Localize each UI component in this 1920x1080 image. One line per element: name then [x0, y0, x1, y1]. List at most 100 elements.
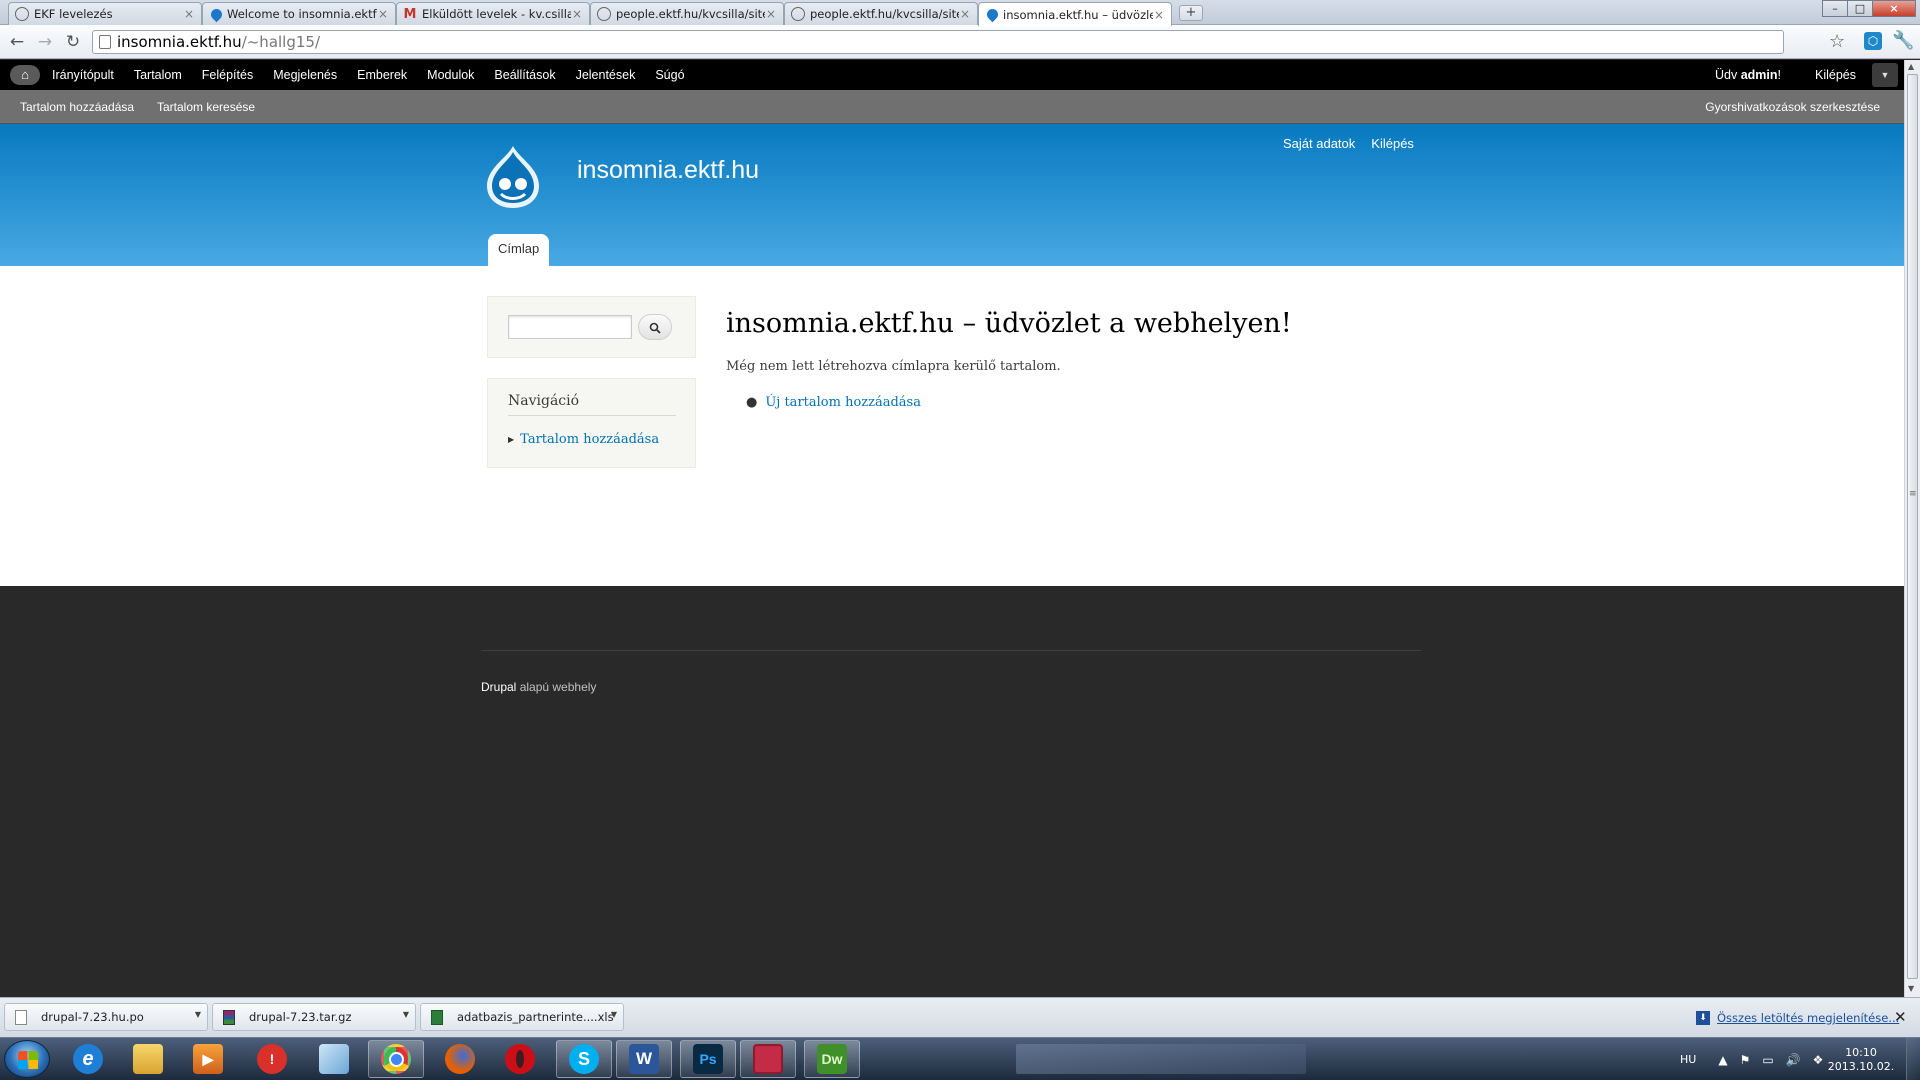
close-tab-icon[interactable]: × — [1153, 8, 1165, 22]
taskbar-firefox[interactable] — [432, 1040, 488, 1078]
chevron-down-icon[interactable]: ▼ — [403, 1010, 409, 1019]
reload-icon[interactable]: ↻ — [62, 31, 84, 53]
admin-menu-item[interactable]: Megjelenés — [263, 68, 347, 82]
drupal-icon — [208, 6, 225, 22]
admin-menu-item[interactable]: Modulok — [417, 68, 484, 82]
admin-menu-item[interactable]: Emberek — [347, 68, 417, 82]
drupal-link[interactable]: Drupal — [481, 680, 516, 694]
close-tab-icon[interactable]: × — [571, 7, 583, 21]
tab-title: people.ektf.hu/kvcsilla/site — [810, 7, 959, 21]
credit-text: alapú webhely — [516, 680, 597, 694]
nav-link-add-content[interactable]: ▶ Tartalom hozzáadása — [508, 432, 659, 447]
address-bar[interactable]: insomnia.ektf.hu/~hallg15/ — [92, 30, 1784, 54]
close-tab-icon[interactable]: × — [765, 7, 777, 21]
download-item[interactable]: drupal-7.23.hu.po ▼ — [4, 1003, 208, 1031]
taskbar-internet-explorer[interactable]: e — [60, 1040, 116, 1078]
taskbar-save-app[interactable] — [740, 1040, 796, 1078]
browser-tab-active[interactable]: insomnia.ektf.hu – üdvözle × — [978, 2, 1172, 26]
browser-tab[interactable]: Welcome to insomnia.ektf. × — [202, 2, 396, 25]
action-center-flag-icon[interactable]: ⚑ — [1740, 1053, 1751, 1067]
admin-logout-link[interactable]: Kilépés — [1815, 68, 1856, 82]
back-icon[interactable]: ← — [6, 31, 28, 53]
tab-home[interactable]: Címlap — [488, 234, 550, 266]
scroll-down-icon[interactable]: ▼ — [1908, 984, 1914, 993]
taskbar-windows-explorer[interactable] — [120, 1040, 176, 1078]
wrench-icon[interactable]: 🔧 — [1892, 30, 1914, 51]
admin-menu-item[interactable]: Súgó — [645, 68, 694, 82]
taskbar-word[interactable]: W — [616, 1040, 672, 1078]
browser-tab-bar: EKF levelezés × Welcome to insomnia.ektf… — [0, 0, 1920, 26]
search-button[interactable] — [638, 314, 672, 340]
taskbar-clock[interactable]: 10:10 2013.10.02. — [1826, 1046, 1896, 1074]
taskbar-media-player[interactable]: ▶ — [180, 1040, 236, 1078]
add-new-content-link[interactable]: Új tartalom hozzáadása — [765, 395, 921, 410]
admin-menu-item[interactable]: Irányítópult — [42, 68, 124, 82]
chevron-down-icon[interactable]: ▼ — [611, 1010, 617, 1019]
extension-icon[interactable]: ⬡ — [1864, 32, 1882, 50]
empty-frontpage-text: Még nem lett létrehozva címlapra kerülő … — [726, 359, 1061, 374]
download-item[interactable]: drupal-7.23.tar.gz ▼ — [212, 1003, 416, 1031]
download-item[interactable]: adatbazis_partnerinte....xls ▼ — [420, 1003, 624, 1031]
clock-time: 10:10 — [1845, 1046, 1877, 1059]
admin-menu-item[interactable]: Jelentések — [566, 68, 646, 82]
windows-taskbar: e ▶ ! S W Ps Dw HU ▲ ⚑ ▭ 🔊 ❖ 10:10 2013.… — [0, 1037, 1920, 1080]
close-tab-icon[interactable]: × — [959, 7, 971, 21]
shortcut-find-content[interactable]: Tartalom keresése — [157, 100, 255, 114]
taskbar-skype[interactable]: S — [556, 1040, 612, 1078]
toggle-shortcuts-icon[interactable]: ▼ — [1872, 63, 1898, 87]
download-filename: adatbazis_partnerinte....xls — [457, 1010, 614, 1024]
show-all-downloads-link[interactable]: ⬇ Összes letöltés megjelenítése... — [1696, 1011, 1899, 1025]
home-icon[interactable]: ⌂ — [10, 65, 40, 85]
admin-menu-item[interactable]: Beállítások — [484, 68, 565, 82]
close-tab-icon[interactable]: × — [377, 7, 389, 21]
network-icon[interactable]: ▭ — [1762, 1053, 1773, 1067]
media-player-icon: ▶ — [193, 1044, 223, 1074]
chevron-down-icon[interactable]: ▼ — [195, 1010, 201, 1019]
volume-icon[interactable]: 🔊 — [1786, 1053, 1801, 1067]
maximize-icon[interactable]: □ — [1847, 0, 1873, 17]
archive-file-icon — [223, 1009, 235, 1025]
start-button[interactable] — [4, 1040, 50, 1078]
drupal-logo-icon[interactable] — [485, 144, 541, 210]
admin-menu-item[interactable]: Tartalom — [124, 68, 192, 82]
taskbar-notes[interactable] — [306, 1040, 362, 1078]
taskbar-photoshop[interactable]: Ps — [680, 1040, 736, 1078]
close-tab-icon[interactable]: × — [183, 7, 195, 21]
minimize-icon[interactable]: – — [1822, 0, 1848, 17]
browser-tab[interactable]: people.ektf.hu/kvcsilla/site × — [784, 2, 978, 25]
folder-icon — [133, 1044, 163, 1074]
page-scrollbar[interactable]: ▲ ≡ ▼ — [1904, 60, 1920, 997]
edit-shortcuts-link[interactable]: Gyorshivatkozások szerkesztése — [1705, 100, 1880, 114]
admin-menu-item[interactable]: Felépítés — [192, 68, 263, 82]
logout-link[interactable]: Kilépés — [1371, 136, 1414, 151]
taskbar-chrome[interactable] — [368, 1040, 424, 1078]
scroll-up-icon[interactable]: ▲ — [1908, 62, 1914, 71]
gmail-icon: M — [403, 6, 417, 22]
browser-tab[interactable]: EKF levelezés × — [8, 2, 202, 25]
chevron-up-icon[interactable]: ▲ — [1718, 1053, 1727, 1067]
show-desktop-button[interactable] — [1906, 1038, 1920, 1080]
shortcut-add-content[interactable]: Tartalom hozzáadása — [20, 100, 134, 114]
taskbar-red-app[interactable]: ! — [244, 1040, 300, 1078]
file-icon — [15, 1009, 27, 1025]
taskbar-opera[interactable] — [492, 1040, 548, 1078]
browser-toolbar: ← → ↻ insomnia.ektf.hu/~hallg15/ ☆ ⬡ 🔧 — [0, 25, 1920, 59]
skype-icon: S — [569, 1044, 599, 1074]
taskbar-dreamweaver[interactable]: Dw — [804, 1040, 860, 1078]
forward-icon[interactable]: → — [34, 31, 56, 53]
greeting-prefix: Üdv — [1715, 68, 1741, 82]
new-tab-button[interactable]: + — [1179, 5, 1203, 21]
browser-tab[interactable]: M Elküldött levelek - kv.csilla × — [396, 2, 590, 25]
browser-tab[interactable]: people.ektf.hu/kvcsilla/site × — [590, 2, 784, 25]
close-window-icon[interactable]: × — [1872, 0, 1916, 17]
close-download-bar-icon[interactable]: ✕ — [1894, 1008, 1907, 1026]
scrollbar-thumb[interactable] — [1907, 74, 1918, 979]
site-name-link[interactable]: insomnia.ektf.hu — [577, 156, 759, 185]
username-link[interactable]: admin — [1741, 68, 1778, 82]
my-account-link[interactable]: Saját adatok — [1283, 136, 1355, 151]
download-filename: drupal-7.23.hu.po — [41, 1010, 144, 1024]
dropbox-icon[interactable]: ❖ — [1813, 1053, 1824, 1067]
language-indicator[interactable]: HU — [1680, 1053, 1696, 1066]
bookmark-star-icon[interactable]: ☆ — [1829, 31, 1845, 52]
search-input[interactable] — [508, 315, 632, 339]
